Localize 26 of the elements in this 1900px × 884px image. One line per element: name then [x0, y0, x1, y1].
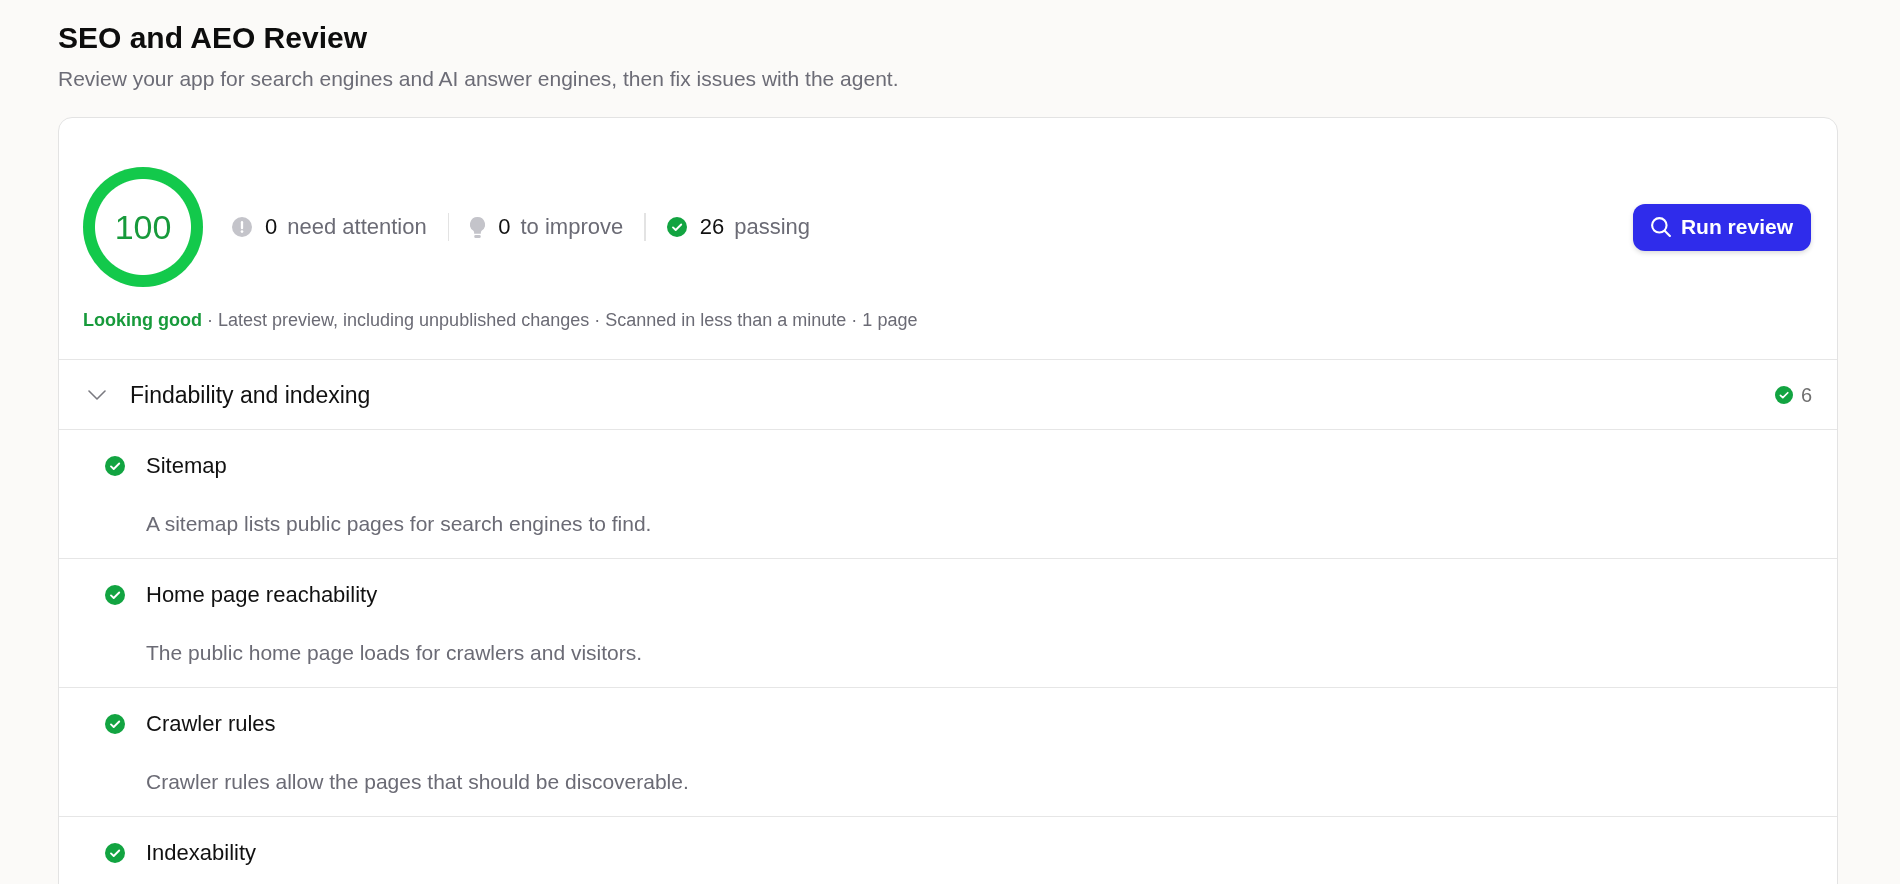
stat-label: need attention — [287, 213, 427, 241]
chevron-icon[interactable] — [88, 389, 106, 400]
check-title: Sitemap — [146, 453, 227, 479]
stat-count: 0 — [265, 213, 278, 241]
check-title: Home page reachability — [146, 582, 378, 608]
exclamation-circle-icon — [232, 217, 252, 237]
check-description: Crawler rules allow the pages that should be discoverable. — [146, 769, 690, 795]
lightbulb-icon — [470, 216, 486, 238]
section-count: 6 — [1800, 382, 1812, 407]
stat-label: to improve — [520, 213, 624, 241]
run-review-button[interactable]: Run review — [1632, 203, 1811, 251]
search-icon — [1650, 217, 1671, 237]
check-title: Indexability — [146, 840, 257, 866]
stat-label: passing — [734, 213, 810, 241]
stat-count: 0 — [498, 213, 511, 241]
check-description: The public home page loads for crawlers and visitors. — [146, 640, 644, 666]
status-label: Looking good — [83, 309, 202, 331]
page-subtitle: Review your app for search engines and AI answer engines, then fix issues with the agent. — [58, 66, 900, 91]
score-value: 100 — [114, 207, 172, 247]
check-title: Crawler rules — [146, 711, 276, 737]
check-circle-icon — [666, 217, 687, 237]
scan-details: · Latest preview, including unpublished changes · Scanned in less than a minute · 1 page — [206, 309, 918, 331]
page-title: SEO and AEO Review — [58, 20, 368, 56]
section-title[interactable]: Findability and indexing — [130, 380, 371, 409]
stat-count: 26 — [699, 213, 725, 241]
check-description: A sitemap lists public pages for search engines to find. — [146, 511, 653, 537]
